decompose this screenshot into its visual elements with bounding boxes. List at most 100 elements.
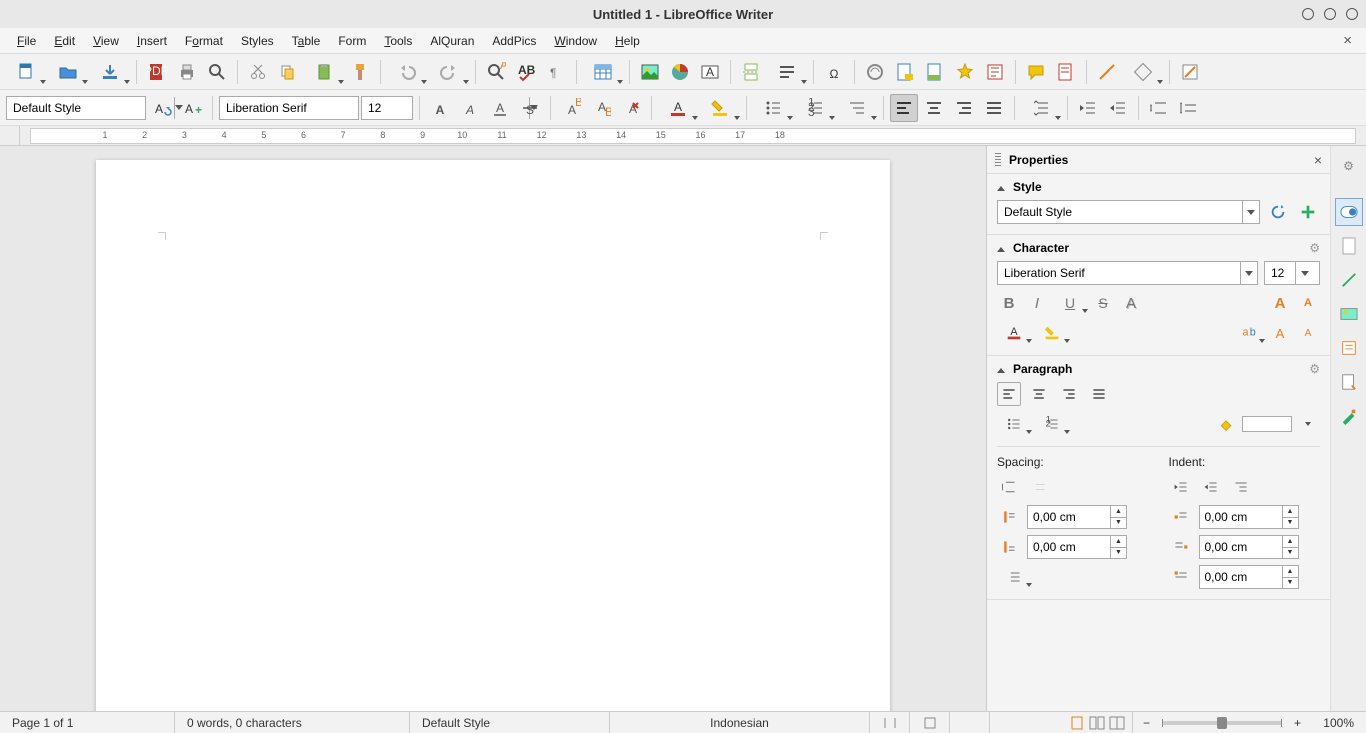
document-page[interactable] [96,160,890,711]
superscript-button[interactable]: AB [557,94,585,122]
clone-formatting-button[interactable] [346,58,374,86]
spin-down[interactable]: ▼ [1111,548,1126,559]
underline-button[interactable]: U [1053,291,1087,315]
sidebar-tab-navigator[interactable] [1335,334,1363,362]
increase-para-spacing-button[interactable] [1145,94,1173,122]
basic-shapes-button[interactable] [1123,58,1163,86]
indent-after-spin[interactable]: ▲▼ [1199,535,1299,559]
insert-pagebreak-button[interactable] [737,58,765,86]
line-spacing-button[interactable] [997,565,1031,589]
menu-table[interactable]: Table [283,31,330,51]
font-color-button[interactable]: A [658,94,698,122]
status-selection-mode[interactable] [910,712,950,733]
zoom-out-button[interactable]: − [1139,716,1154,730]
sidebar-settings-button[interactable]: ⚙ [1335,152,1363,180]
spin-up[interactable]: ▲ [1283,566,1298,578]
redo-button[interactable] [429,58,469,86]
align-left-button[interactable] [890,94,918,122]
increase-indent-button[interactable] [1074,94,1102,122]
subscript-button[interactable]: AB [587,94,615,122]
print-button[interactable] [173,58,201,86]
insert-hyperlink-button[interactable] [861,58,889,86]
sidebar-tab-design[interactable] [1335,402,1363,430]
background-color-swatch[interactable] [1242,416,1292,432]
status-style[interactable]: Default Style [410,712,610,733]
insert-table-button[interactable] [583,58,623,86]
superscript-button[interactable]: A [1268,321,1292,345]
panel-close-button[interactable]: × [1314,152,1322,168]
insert-chart-button[interactable] [666,58,694,86]
view-single-page-button[interactable] [1068,715,1086,731]
insert-footnote-button[interactable] [891,58,919,86]
spin-up[interactable]: ▲ [1111,506,1126,518]
align-justify-button[interactable] [1087,382,1111,406]
spin-down[interactable]: ▼ [1283,548,1298,559]
spin-down[interactable]: ▼ [1283,518,1298,529]
spin-up[interactable]: ▲ [1111,536,1126,548]
number-list-button[interactable]: 12 [1035,412,1069,436]
sidebar-font-combo[interactable] [997,261,1258,285]
decrease-indent-button[interactable] [1199,475,1223,499]
menu-file[interactable]: File [8,31,45,51]
highlight-color-button[interactable] [700,94,740,122]
increase-spacing-button[interactable] [997,475,1021,499]
spin-down[interactable]: ▼ [1111,518,1126,529]
space-below-input[interactable] [1028,536,1110,558]
sidebar-tab-manage-changes[interactable] [1335,368,1363,396]
zoom-level[interactable]: 100% [1311,712,1366,733]
export-pdf-button[interactable]: PDF [143,58,171,86]
save-button[interactable] [90,58,130,86]
update-style-button[interactable] [1266,200,1290,224]
menu-styles[interactable]: Styles [232,31,283,51]
font-color-button[interactable]: A [997,321,1031,345]
align-center-button[interactable] [1027,382,1051,406]
insert-symbol-button[interactable]: Ω [820,58,848,86]
undo-button[interactable] [387,58,427,86]
line-spacing-button[interactable] [1021,94,1061,122]
italic-button[interactable]: A [456,94,484,122]
decrease-indent-button[interactable] [1104,94,1132,122]
align-left-button[interactable] [997,382,1021,406]
new-style-button[interactable]: A+ [178,94,206,122]
track-changes-button[interactable] [1052,58,1080,86]
sidebar-font-dropdown[interactable] [1240,262,1257,284]
sidebar-fontsize-dropdown[interactable] [1295,262,1313,284]
sidebar-tab-gallery[interactable] [1335,300,1363,328]
sidebar-para-style-combo[interactable] [997,200,1260,224]
spin-up[interactable]: ▲ [1283,536,1298,548]
zoom-slider[interactable] [1162,721,1282,725]
gear-icon[interactable]: ⚙ [1309,362,1320,376]
find-replace-button[interactable]: A [482,58,510,86]
bold-button[interactable]: A [426,94,454,122]
window-minimize-button[interactable] [1302,8,1314,20]
font-size-combo[interactable] [361,96,413,120]
decrease-spacing-button[interactable] [1027,475,1051,499]
new-style-button[interactable] [1296,200,1320,224]
section-header-style[interactable]: Style [997,180,1320,194]
number-list-button[interactable]: 123 [795,94,835,122]
status-insert-mode[interactable] [870,712,910,733]
status-page[interactable]: Page 1 of 1 [0,712,175,733]
highlight-color-button[interactable] [1035,321,1069,345]
spin-down[interactable]: ▼ [1283,578,1298,589]
menu-insert[interactable]: Insert [128,31,176,51]
subscript-button[interactable]: A [1296,321,1320,345]
indent-before-spin[interactable]: ▲▼ [1199,505,1299,529]
increase-indent-button[interactable] [1169,475,1193,499]
insert-endnote-button[interactable] [921,58,949,86]
new-document-button[interactable] [6,58,46,86]
show-draw-functions-button[interactable] [1176,58,1204,86]
menu-addpics[interactable]: AddPics [483,31,545,51]
cut-button[interactable] [244,58,272,86]
sidebar-tab-styles[interactable] [1335,266,1363,294]
status-signature[interactable] [950,712,990,733]
indent-before-input[interactable] [1200,506,1282,528]
status-wordcount[interactable]: 0 words, 0 characters [175,712,410,733]
align-justify-button[interactable] [980,94,1008,122]
spin-up[interactable]: ▲ [1283,506,1298,518]
document-close-button[interactable]: × [1343,32,1352,49]
menu-alquran[interactable]: AlQuran [421,31,483,51]
window-close-button[interactable] [1346,8,1358,20]
strikethrough-button[interactable]: S [1091,291,1115,315]
shrink-font-button[interactable]: A [1296,291,1320,315]
